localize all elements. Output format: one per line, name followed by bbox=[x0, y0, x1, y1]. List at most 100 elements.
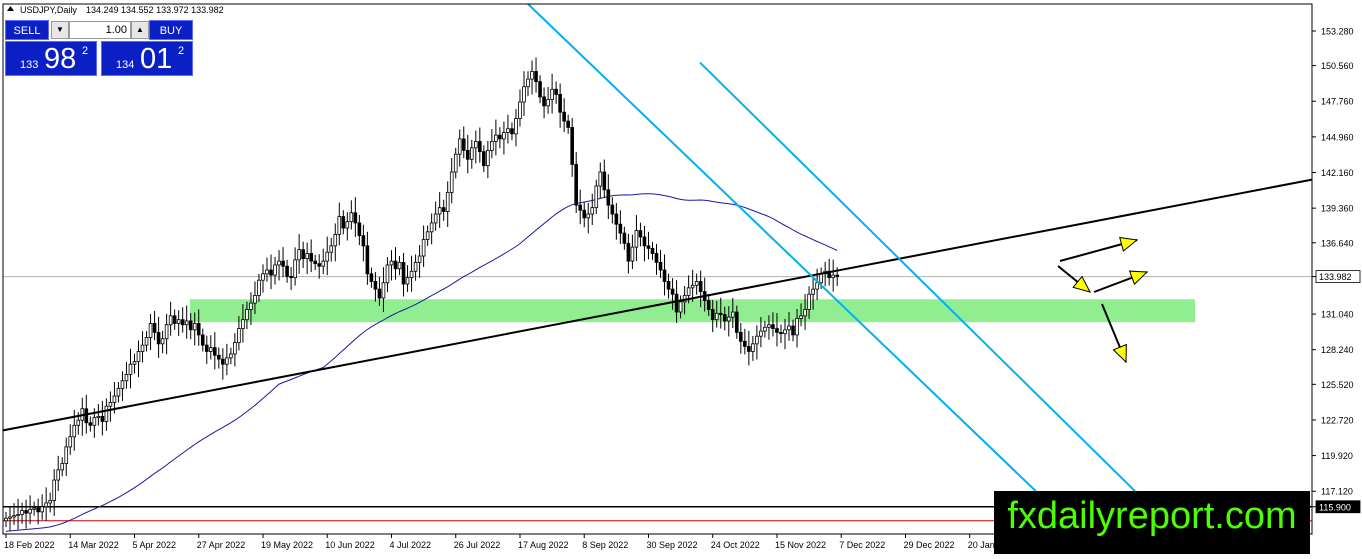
candle-body bbox=[670, 288, 675, 295]
x-tick-label: 26 Jul 2022 bbox=[454, 540, 501, 550]
candle-body bbox=[88, 422, 93, 426]
ask-pipette: 2 bbox=[178, 45, 185, 57]
candle-body bbox=[140, 344, 145, 352]
candle-body bbox=[650, 247, 655, 254]
candle-body bbox=[686, 287, 691, 296]
candle-body bbox=[690, 284, 695, 289]
sell-button[interactable]: SELL bbox=[5, 20, 49, 40]
candle-body bbox=[401, 261, 406, 285]
candle-body bbox=[4, 517, 8, 522]
candle-body bbox=[799, 315, 803, 319]
candle-body bbox=[433, 213, 438, 224]
candle-body bbox=[413, 261, 418, 272]
candle-body bbox=[522, 86, 526, 103]
candle-body bbox=[100, 415, 105, 422]
candle-body bbox=[265, 269, 269, 275]
candle-body bbox=[365, 245, 370, 275]
candle-body bbox=[341, 216, 346, 229]
candle-body bbox=[329, 245, 334, 253]
candle-body bbox=[506, 128, 510, 133]
candle-body bbox=[634, 230, 639, 248]
lot-increase-button[interactable]: ▲ bbox=[131, 21, 149, 39]
candle-body bbox=[751, 343, 755, 352]
buy-button[interactable]: BUY bbox=[149, 20, 193, 40]
candle-body bbox=[233, 342, 237, 355]
candle-body bbox=[811, 288, 815, 295]
candle-body bbox=[253, 295, 257, 304]
candle-body bbox=[112, 395, 117, 403]
candle-body bbox=[204, 344, 209, 352]
candle-body bbox=[48, 499, 52, 504]
x-tick-label: 17 Aug 2022 bbox=[518, 540, 569, 550]
candle-body bbox=[345, 221, 350, 229]
candle-body bbox=[538, 81, 542, 98]
candle-body bbox=[530, 71, 534, 80]
candle-body bbox=[68, 436, 73, 448]
candle-body bbox=[465, 149, 470, 160]
candle-body bbox=[132, 361, 137, 365]
candle-body bbox=[606, 189, 611, 206]
candle-body bbox=[775, 328, 779, 333]
candle-body bbox=[217, 354, 221, 360]
one-click-trading-panel: SELL ▼ 1.00 ▲ BUY 133 98 2 134 01 2 bbox=[5, 20, 193, 76]
candle-body bbox=[783, 329, 787, 335]
candle-body bbox=[803, 309, 807, 317]
candle-body bbox=[779, 331, 783, 335]
candle-body bbox=[409, 270, 414, 279]
candle-body bbox=[747, 345, 751, 352]
ohlc-label: 134.249 134.552 133.972 133.982 bbox=[86, 5, 224, 15]
candle-body bbox=[229, 353, 233, 359]
candle-body bbox=[526, 78, 530, 88]
candle-body bbox=[60, 463, 65, 471]
x-tick-label: 19 May 2022 bbox=[261, 540, 313, 550]
candle-body bbox=[196, 323, 201, 336]
candle-body bbox=[486, 149, 490, 167]
candle-body bbox=[654, 253, 659, 263]
candle-body bbox=[490, 141, 494, 151]
candle-body bbox=[261, 273, 265, 281]
bid-big-digits: 98 bbox=[44, 43, 77, 75]
candle-body bbox=[638, 230, 643, 238]
lot-decrease-button[interactable]: ▼ bbox=[51, 21, 69, 39]
candle-body bbox=[550, 88, 554, 100]
candle-body bbox=[241, 319, 245, 329]
candle-body bbox=[759, 330, 763, 337]
candle-body bbox=[819, 273, 823, 284]
candle-body bbox=[791, 325, 795, 336]
candle-body bbox=[787, 325, 791, 331]
candle-body bbox=[44, 502, 48, 508]
candle-body bbox=[578, 204, 583, 211]
candle-body bbox=[718, 312, 723, 315]
bid-quote[interactable]: 133 98 2 bbox=[5, 41, 97, 76]
candle-body bbox=[437, 207, 442, 215]
candle-body bbox=[482, 151, 486, 167]
candle-body bbox=[361, 235, 366, 247]
ask-quote[interactable]: 134 01 2 bbox=[101, 41, 193, 76]
candle-body bbox=[208, 347, 213, 352]
x-tick-label: 29 Dec 2022 bbox=[903, 540, 954, 550]
candle-body bbox=[498, 134, 502, 140]
candle-body bbox=[546, 99, 550, 107]
candle-body bbox=[558, 93, 562, 113]
candle-body bbox=[64, 446, 69, 464]
candle-body bbox=[710, 309, 715, 321]
candle-body bbox=[32, 507, 36, 510]
lot-size-input[interactable]: 1.00 bbox=[69, 21, 131, 39]
candle-body bbox=[369, 273, 374, 282]
candle-body bbox=[743, 340, 747, 347]
x-tick-label: 7 Dec 2022 bbox=[839, 540, 885, 550]
candle-body bbox=[478, 141, 482, 153]
price-chart[interactable]: 153.280 150.560 147.760 144.960 142.160 139.3… bbox=[0, 0, 1362, 554]
candle-body bbox=[172, 315, 177, 324]
x-tick-label: 30 Sep 2022 bbox=[646, 540, 697, 550]
candle-body bbox=[188, 320, 193, 331]
candle-body bbox=[429, 222, 434, 233]
candle-body bbox=[124, 373, 129, 382]
candle-body bbox=[76, 419, 81, 426]
candle-body bbox=[293, 259, 297, 279]
candle-body bbox=[614, 213, 619, 225]
support-zone bbox=[190, 299, 1195, 323]
candle-body bbox=[277, 260, 281, 266]
y-tick-label: 144.960 bbox=[1321, 132, 1354, 142]
candle-body bbox=[321, 260, 326, 267]
